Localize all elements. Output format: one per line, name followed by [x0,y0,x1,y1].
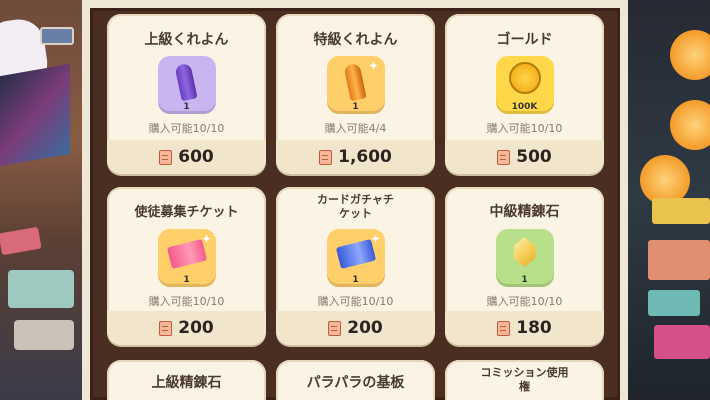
item-name: カードガチャチ ケット [276,193,435,221]
item-name: 上級くれよん [144,32,229,48]
item-quantity: 1 [521,275,528,285]
item-quantity: 1 [183,102,190,112]
item-quantity: 1 [352,275,359,285]
shop-item-card[interactable]: ゴールド 100K 購入可能10/10 500 [445,14,604,174]
item-name: 上級精錬石 [151,375,222,391]
item-name: 特級くれよん [313,32,398,48]
ticket-currency-icon [159,149,173,165]
item-name-line: 権 [519,380,530,393]
tag-decoration [0,226,42,256]
tab-decoration [654,325,710,359]
item-name-line: コミッション使用 [480,366,569,379]
tab-decoration [648,240,710,280]
item-price: 200 [347,318,383,338]
shop-frame-top [82,0,628,8]
blue-ticket-icon: ✦ 1 [326,229,385,287]
item-name: 使徒募集チケット [134,205,239,220]
purchase-limit: 購入可能10/10 [486,122,563,135]
gold-coin-icon: 100K [495,56,554,114]
item-name-line: ケット [339,207,372,220]
orange-decoration [670,30,710,80]
shop-item-card[interactable]: 上級精錬石 [107,360,266,400]
purchase-limit: 購入可能10/10 [148,295,225,308]
item-quantity: 1 [183,275,190,285]
background-left-scenery [0,0,92,400]
tab-decoration [652,198,710,224]
item-price: 500 [516,147,552,167]
tab-decoration [648,290,700,316]
shop-item-card[interactable]: カードガチャチ ケット ✦ 1 購入可能10/10 200 [276,187,435,345]
cloth-decoration [0,63,70,167]
item-price: 1,600 [338,147,392,167]
ticket-currency-icon [319,149,333,165]
shop-item-card[interactable]: 上級くれよん 1 購入可能10/10 600 [107,14,266,174]
item-name-line: カードガチャチ [317,193,394,206]
price-row: 200 [276,311,435,345]
background-right-scenery [618,0,710,400]
tag-decoration [8,270,74,308]
item-price: 600 [178,147,214,167]
purchase-limit: 購入可能10/10 [148,122,225,135]
purple-crayon-icon: 1 [157,56,216,114]
shop-item-card[interactable]: パラパラの基板 [276,360,435,400]
item-name: パラパラの基板 [306,375,405,391]
shop-item-card[interactable]: 中級精錬石 1 購入可能10/10 180 [445,187,604,345]
shop-item-card[interactable]: 使徒募集チケット ✦ 1 購入可能10/10 200 [107,187,266,345]
item-quantity: 1 [352,102,359,112]
purchase-limit: 購入可能10/10 [486,295,563,308]
item-name: 中級精錬石 [489,204,560,220]
shop-item-card[interactable]: コミッション使用 権 [445,360,604,400]
item-price: 200 [178,318,214,338]
item-quantity: 100K [511,102,538,112]
tag-decoration [40,27,74,45]
pink-ticket-icon: ✦ 1 [157,229,216,287]
shop-item-card[interactable]: 特級くれよん ✦ 1 購入可能4/4 1,600 [276,14,435,174]
price-row: 180 [445,311,604,345]
ticket-currency-icon [497,320,511,336]
item-name: コミッション使用 権 [445,366,604,394]
ticket-currency-icon [159,320,173,336]
orange-crayon-icon: ✦ 1 [326,56,385,114]
tag-decoration [14,320,74,350]
purchase-limit: 購入可能4/4 [324,122,387,135]
price-row: 1,600 [276,140,435,174]
yellow-gem-icon: 1 [495,229,554,287]
orange-decoration [670,100,710,150]
price-row: 500 [445,140,604,174]
ticket-currency-icon [328,320,342,336]
item-name: ゴールド [496,32,553,48]
ticket-currency-icon [497,149,511,165]
item-price: 180 [516,318,552,338]
price-row: 200 [107,311,266,345]
price-row: 600 [107,140,266,174]
purchase-limit: 購入可能10/10 [317,295,394,308]
